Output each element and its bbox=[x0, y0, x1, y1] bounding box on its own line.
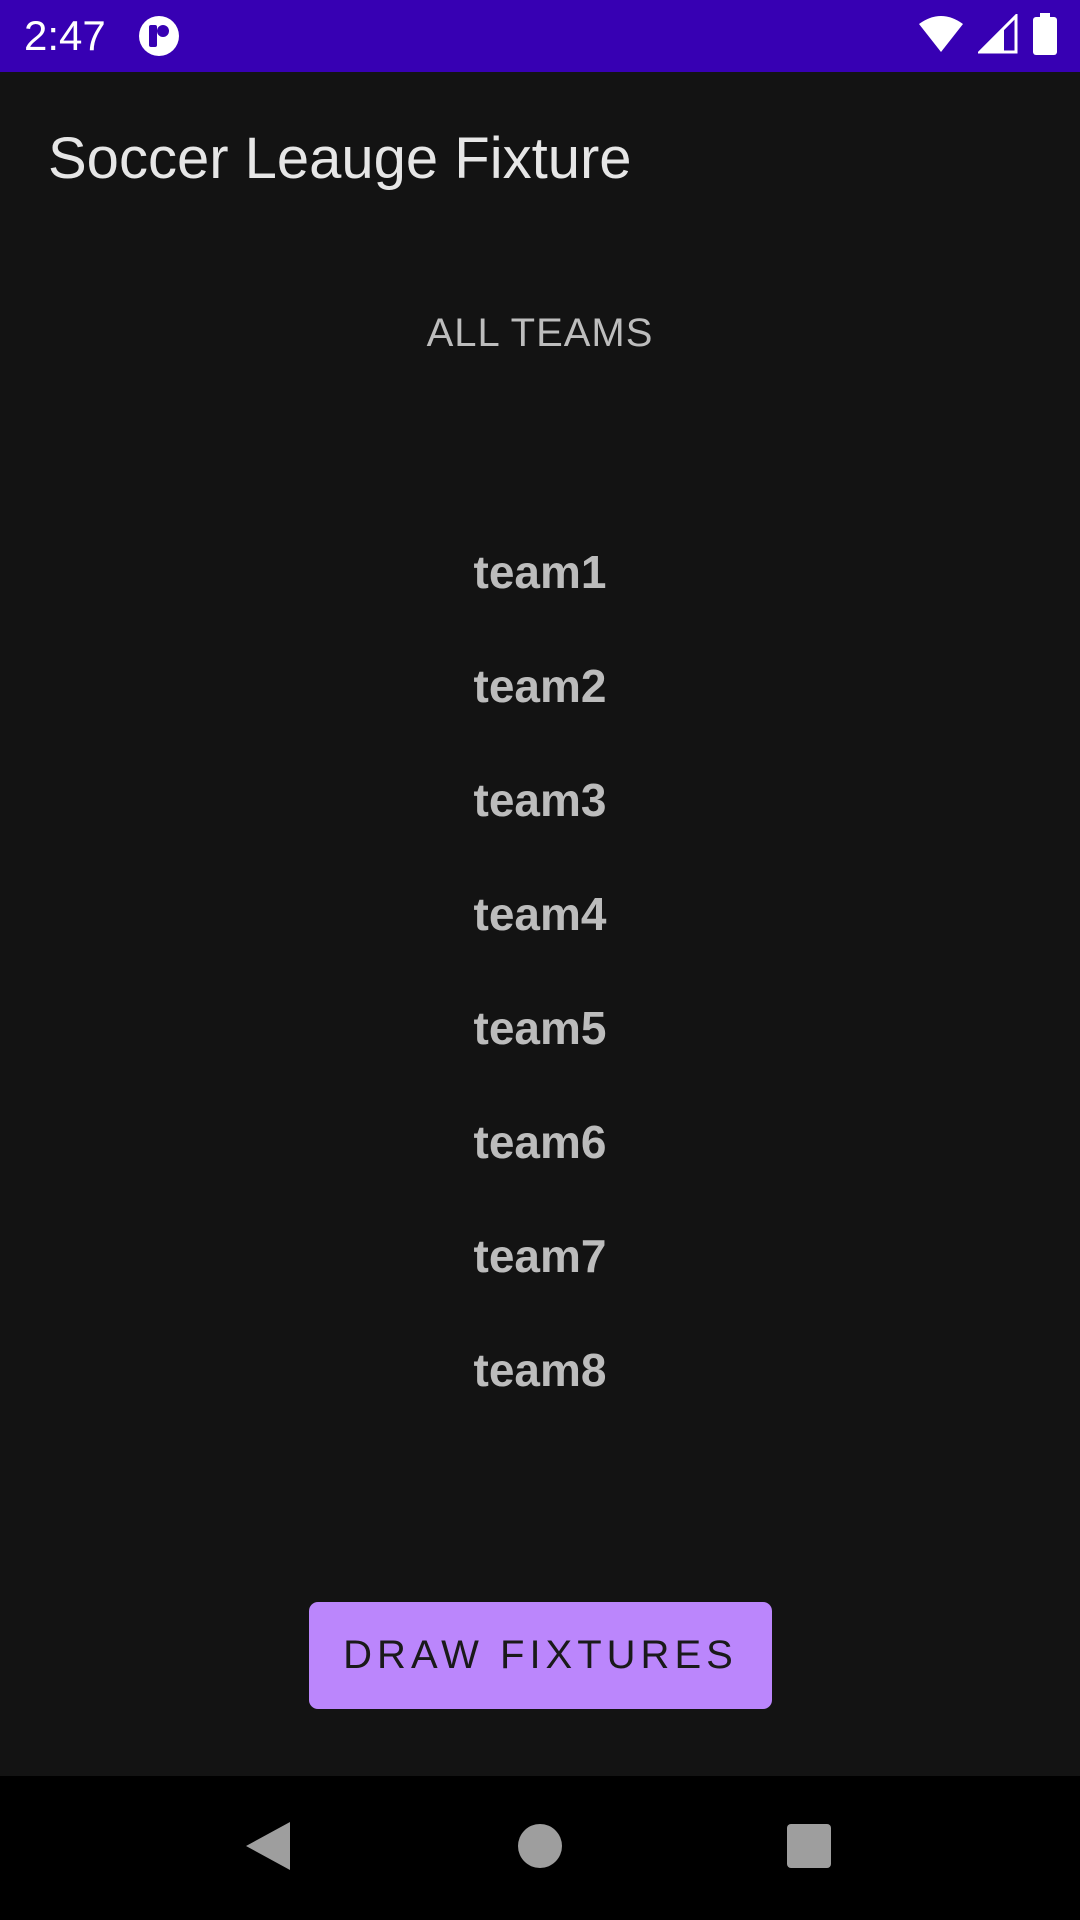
home-icon bbox=[517, 1823, 563, 1874]
status-icons bbox=[918, 11, 1058, 60]
team-list-item: team2 bbox=[473, 660, 607, 712]
all-teams-header: ALL TEAMS bbox=[426, 311, 654, 355]
battery-icon bbox=[1032, 12, 1058, 60]
app-title: Soccer Leauge Fixture bbox=[48, 126, 632, 191]
team-list: team1 team2 team3 team4 team5 team6 team… bbox=[0, 544, 1080, 1456]
recents-icon bbox=[786, 1823, 832, 1874]
home-button[interactable] bbox=[468, 1776, 612, 1920]
wifi-icon bbox=[918, 14, 964, 59]
system-nav-bar bbox=[0, 1776, 1080, 1920]
draw-fixtures-button[interactable]: DRAW FIXTURES bbox=[309, 1602, 772, 1709]
app-notification-icon bbox=[138, 15, 180, 57]
cell-signal-icon bbox=[976, 11, 1018, 59]
team-list-item: team4 bbox=[473, 888, 607, 940]
app-bar: Soccer Leauge Fixture bbox=[0, 72, 1080, 244]
team-list-item: team6 bbox=[473, 1116, 607, 1168]
team-list-item: team3 bbox=[473, 774, 607, 826]
team-list-item: team1 bbox=[473, 546, 607, 598]
recents-button[interactable] bbox=[737, 1776, 881, 1920]
back-button[interactable] bbox=[196, 1776, 340, 1920]
app-screen: 2:47 Soccer Leauge Fixture ALL TEAMS tea… bbox=[0, 0, 1080, 1920]
status-bar: 2:47 bbox=[0, 0, 1080, 72]
team-list-item: team5 bbox=[473, 1002, 607, 1054]
team-list-item: team7 bbox=[473, 1230, 607, 1282]
team-list-item: team8 bbox=[473, 1344, 607, 1396]
back-icon bbox=[244, 1820, 292, 1877]
status-time: 2:47 bbox=[24, 12, 106, 59]
